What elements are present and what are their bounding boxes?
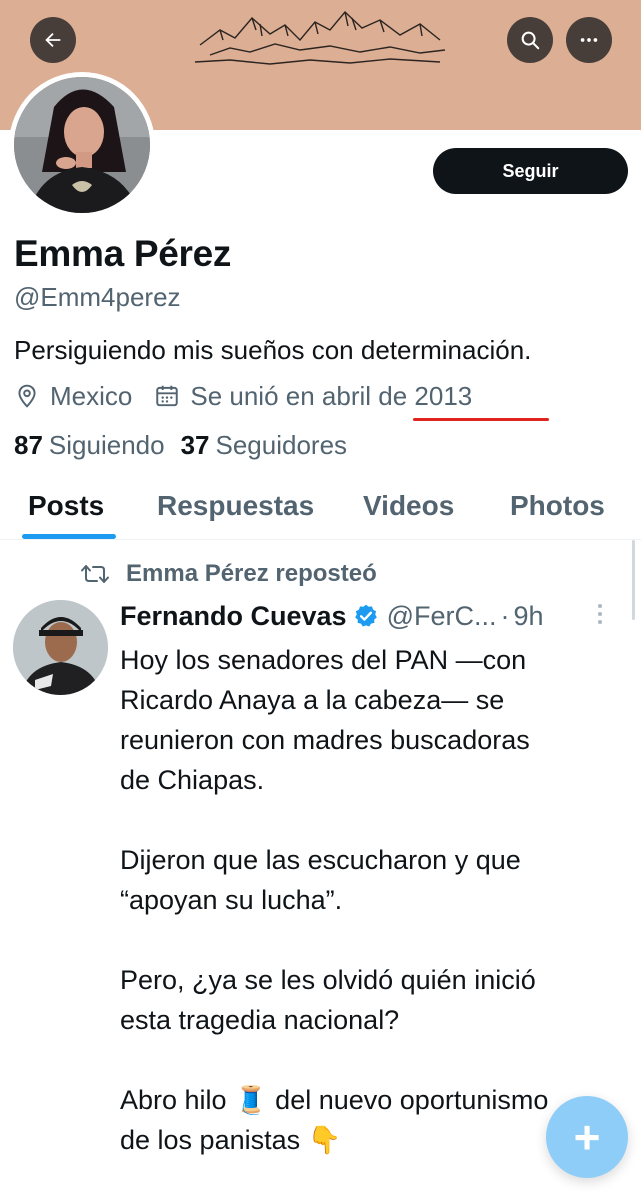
tweet-line: de Chiapas. <box>120 765 265 795</box>
arrow-left-icon <box>45 32 61 48</box>
tweet-line: “apoyan su lucha”. <box>120 885 343 915</box>
tab-videos[interactable]: Videos <box>363 490 454 522</box>
more-options-button[interactable] <box>566 17 612 63</box>
tweet-more-icon[interactable] <box>598 604 602 624</box>
author-photo <box>13 600 108 695</box>
verified-badge-icon <box>353 603 379 629</box>
tweet-line: esta tragedia nacional? <box>120 1005 400 1035</box>
tweet-author-handle[interactable]: @FerC... <box>387 601 497 632</box>
tweet-line: Pero, ¿ya se les olvidó quién inició <box>120 965 536 995</box>
profile-meta: Mexico Se unió en abril de 2013 <box>14 378 472 414</box>
calendar-icon <box>154 383 180 409</box>
profile-display-name: Emma Pérez <box>14 233 232 274</box>
search-button[interactable] <box>507 17 553 63</box>
profile-photo <box>14 77 150 213</box>
repost-indicator[interactable]: Emma Pérez reposteó <box>80 558 377 590</box>
followers-label[interactable]: Seguidores <box>216 430 348 461</box>
tab-photos[interactable]: Photos <box>510 490 605 522</box>
profile-joined-date: Se unió en abril de 2013 <box>190 380 473 411</box>
tweet-timestamp[interactable]: 9h <box>513 601 543 632</box>
back-button[interactable] <box>30 17 76 63</box>
following-count[interactable]: 87 <box>14 430 43 461</box>
profile-avatar[interactable] <box>9 72 155 218</box>
plus-icon: + <box>573 1111 601 1163</box>
tweet-line: Ricardo Anaya a la cabeza— se <box>120 685 505 715</box>
repost-icon <box>80 562 110 586</box>
profile-location: Mexico <box>50 380 133 411</box>
profile-handle: @Emm4perez <box>14 282 181 312</box>
profile-tabs: Posts Respuestas Videos Photos <box>0 470 641 540</box>
tweet-line: reunieron con madres buscadoras <box>120 725 530 755</box>
annotation-underline <box>413 418 549 421</box>
followers-count[interactable]: 37 <box>181 430 210 461</box>
tweet-author-avatar[interactable] <box>13 600 108 695</box>
tweet-line: de los panistas 👇 <box>120 1125 342 1155</box>
repost-label: Emma Pérez reposteó <box>126 560 377 587</box>
scrollbar[interactable] <box>632 540 635 620</box>
more-horizontal-icon <box>580 38 598 42</box>
active-tab-indicator <box>22 534 116 539</box>
tweet-separator: · <box>500 600 510 631</box>
location-pin-icon <box>14 383 40 409</box>
following-label[interactable]: Siguiendo <box>49 430 165 461</box>
profile-stats: 87 Siguiendo 37 Seguidores <box>14 430 363 461</box>
tweet-line: Abro hilo 🧵 del nuevo oportunismo <box>120 1085 549 1115</box>
search-icon <box>521 31 540 50</box>
tab-posts[interactable]: Posts <box>28 490 104 522</box>
tab-replies[interactable]: Respuestas <box>157 490 314 522</box>
tweet-line: Hoy los senadores del PAN —con <box>120 645 527 675</box>
tweet-text[interactable]: Hoy los senadores del PAN —con Ricardo A… <box>120 640 620 1160</box>
follow-button[interactable]: Seguir <box>433 148 628 194</box>
compose-button[interactable]: + <box>546 1096 628 1178</box>
banner-sketch <box>194 10 446 65</box>
tweet-line: Dijeron que las escucharon y que <box>120 845 521 875</box>
profile-bio: Persiguiendo mis sueños con determinació… <box>14 335 532 365</box>
tweet-header: Fernando Cuevas @FerC... · 9h <box>120 596 544 636</box>
tweet-author-name[interactable]: Fernando Cuevas <box>120 601 347 632</box>
